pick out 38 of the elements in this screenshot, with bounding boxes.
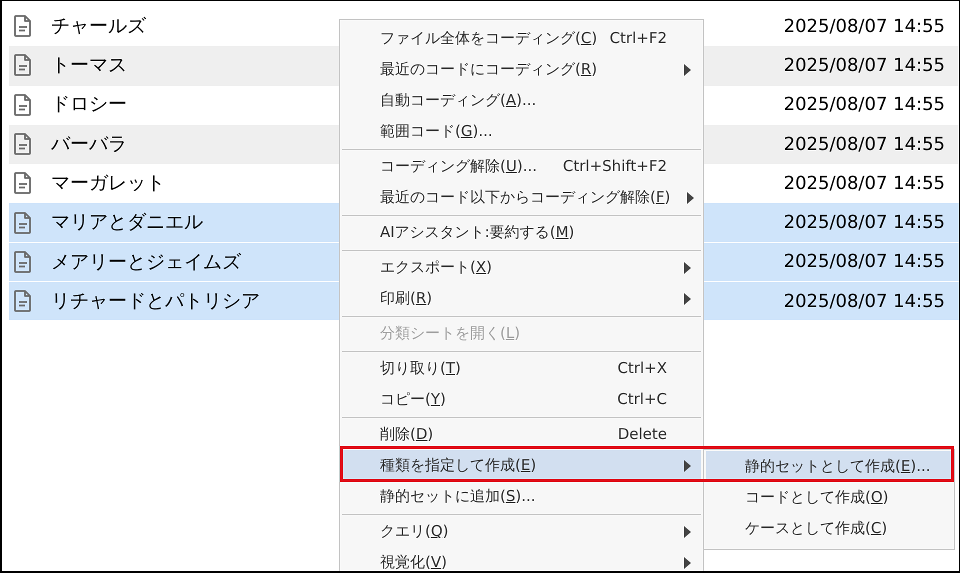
- shortcut-text: Delete: [618, 424, 667, 446]
- file-name: ドロシー: [51, 92, 127, 118]
- menu-item-label: 切り取り(T): [380, 358, 461, 380]
- menu-item-label: 印刷(R): [380, 288, 432, 310]
- date-cell-text: 2025/08/07 14:55: [784, 54, 945, 78]
- date-cell-text: 2025/08/07 14:55: [784, 290, 945, 314]
- shortcut-text: Ctrl+C: [617, 389, 667, 410]
- file-name: トーマス: [51, 53, 127, 78]
- file-name: メアリーとジェイムズ: [51, 250, 241, 275]
- file-name: マリアとダニエル: [51, 210, 203, 236]
- menu-item-label: 最近のコードにコーディング(R): [380, 59, 598, 80]
- menu-item-label: 最近のコード以下からコーディング解除(F): [380, 187, 670, 208]
- menu-item-label: 範囲コード(G)...: [380, 121, 493, 142]
- menu-item-label: コピー(Y): [380, 389, 446, 410]
- menu-item-label: 静的セットに追加(S)...: [380, 486, 536, 508]
- menu-item-label: AIアシスタント:要約する(M): [380, 222, 574, 244]
- menu-item-label: ファイル全体をコーディング(C): [380, 28, 598, 50]
- shortcut-text: Ctrl+X: [617, 358, 667, 380]
- date-cell-text: 2025/08/07 14:55: [784, 93, 945, 118]
- file-name: マーガレット: [51, 171, 165, 196]
- file-name: リチャードとパトリシア: [51, 288, 260, 314]
- file-name: チャールズ: [51, 14, 146, 39]
- date-cell-text: 2025/08/07 14:55: [784, 132, 945, 157]
- date-cell-text: 2025/08/07 14:55: [784, 172, 945, 196]
- shortcut-text: Ctrl+Shift+F2: [562, 156, 667, 178]
- date-cell-text: 2025/08/07 14:55: [784, 250, 945, 274]
- menu-item-label: 自動コーディング(A)...: [380, 90, 536, 112]
- menu-item-label: クエリ(Q): [380, 521, 449, 542]
- date-cell-text: 2025/08/07 14:55: [784, 211, 945, 236]
- menu-item-label: エクスポート(X): [380, 257, 492, 278]
- shortcut-text: Ctrl+F2: [610, 28, 667, 50]
- file-name: バーバラ: [51, 132, 127, 157]
- menu-item-label: 視覚化(V): [380, 552, 447, 571]
- date-cell-text: 2025/08/07 14:55: [784, 14, 945, 39]
- menu-item-label: コーディング解除(U)...: [380, 156, 537, 178]
- menu-item-label: 分類シートを開く(L): [380, 323, 520, 344]
- menu-item-label: 種類を指定して作成(E): [380, 455, 536, 476]
- menu-item-label: 削除(D): [380, 424, 434, 446]
